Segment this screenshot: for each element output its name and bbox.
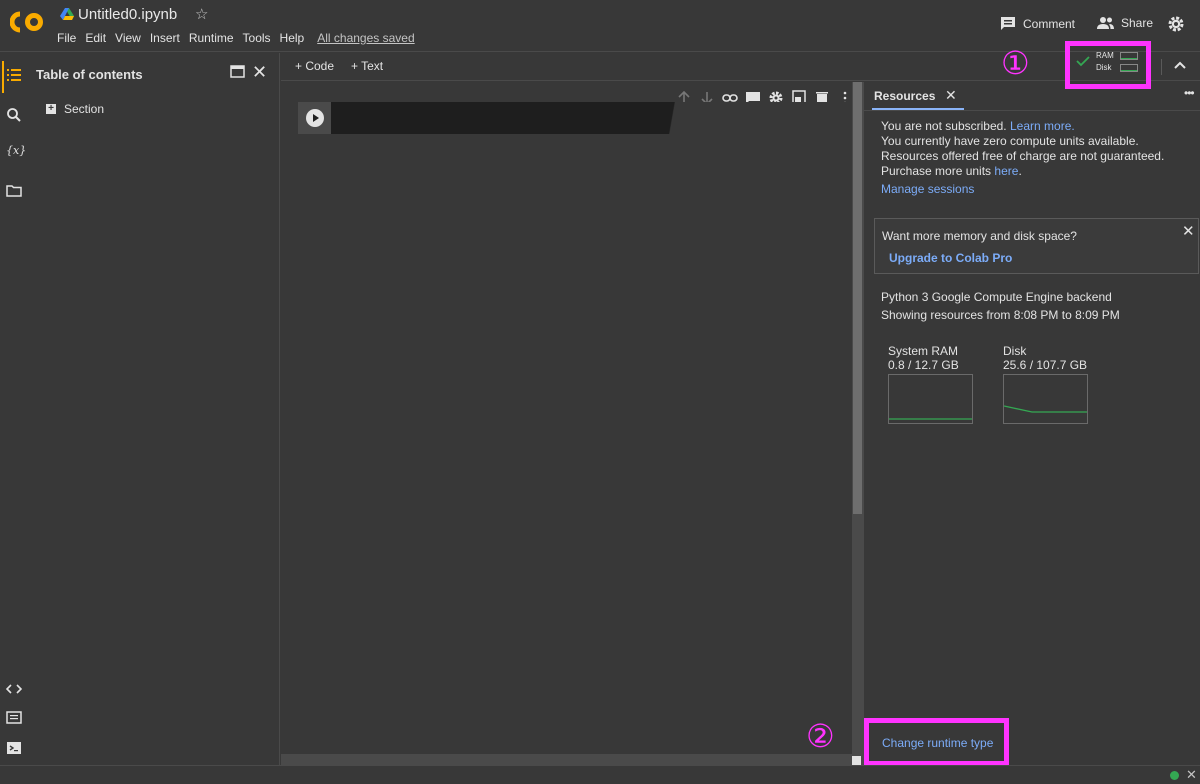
- here-link[interactable]: here: [994, 164, 1018, 178]
- horizontal-scrollbar[interactable]: [281, 754, 853, 765]
- menu-edit[interactable]: Edit: [85, 31, 106, 45]
- tab-divider: [864, 110, 1200, 111]
- check-icon: [1076, 56, 1090, 67]
- toc-add-section[interactable]: + Section: [46, 102, 104, 116]
- new-window-icon[interactable]: [230, 65, 245, 78]
- more-icon[interactable]: •••: [1184, 86, 1195, 100]
- ram-label: RAM: [1096, 51, 1114, 60]
- menu-help[interactable]: Help: [280, 31, 305, 45]
- folder-icon[interactable]: [6, 183, 22, 199]
- comment-label: Comment: [1023, 16, 1076, 31]
- notebook-area: [281, 82, 863, 765]
- run-icon[interactable]: [306, 109, 324, 127]
- menu-tools[interactable]: Tools: [243, 31, 271, 45]
- share-button[interactable]: Share: [1097, 16, 1153, 30]
- system-ram-value: 0.8 / 12.7 GB: [888, 358, 959, 372]
- backend-info: Python 3 Google Compute Engine backend S…: [881, 288, 1120, 324]
- toolbar-divider: [1161, 59, 1162, 75]
- compute-units-text: You currently have zero compute units av…: [881, 134, 1165, 178]
- change-runtime-label: Change runtime type: [882, 736, 994, 750]
- system-ram-label: System RAM: [888, 344, 959, 358]
- comment-icon: [1001, 17, 1015, 30]
- colab-logo-icon[interactable]: [10, 10, 44, 34]
- command-palette-icon[interactable]: [6, 710, 22, 726]
- subscription-info: You are not subscribed. Learn more. You …: [881, 119, 1193, 197]
- scroll-corner: [852, 756, 861, 765]
- status-bar: ✕: [0, 765, 1200, 784]
- backend-line: Python 3 Google Compute Engine backend: [881, 290, 1112, 304]
- star-icon[interactable]: ☆: [195, 5, 208, 23]
- connected-status-icon: [1170, 771, 1179, 780]
- manage-sessions-link[interactable]: Manage sessions: [881, 182, 1193, 197]
- close-icon[interactable]: ✕: [1182, 222, 1195, 240]
- left-rail: {x}: [0, 53, 28, 765]
- save-status[interactable]: All changes saved: [317, 31, 414, 45]
- disk-graph: [1003, 374, 1088, 424]
- menu-view[interactable]: View: [115, 31, 141, 45]
- terminal-icon[interactable]: [6, 740, 22, 756]
- notebook-title[interactable]: Untitled0.ipynb: [78, 6, 177, 23]
- not-subscribed-text: You are not subscribed.: [881, 119, 1007, 133]
- share-label: Share: [1121, 16, 1154, 30]
- search-icon[interactable]: [6, 107, 22, 123]
- ram-bar: [1120, 52, 1138, 60]
- add-code-button[interactable]: + Code: [295, 59, 334, 73]
- cell-toolbar-backdrop: [654, 102, 854, 134]
- menu-insert[interactable]: Insert: [150, 31, 180, 45]
- close-icon[interactable]: ✕: [945, 87, 957, 104]
- showing-line: Showing resources from 8:08 PM to 8:09 P…: [881, 308, 1120, 322]
- system-ram-graph: [888, 374, 973, 424]
- annotation-marker-2: ②: [806, 718, 835, 754]
- close-icon[interactable]: ✕: [1186, 767, 1197, 783]
- tab-resources[interactable]: Resources: [874, 89, 935, 103]
- toc-section-label: Section: [64, 102, 105, 116]
- learn-more-link[interactable]: Learn more.: [1010, 119, 1075, 133]
- upgrade-banner: Want more memory and disk space? Upgrade…: [874, 218, 1199, 274]
- menu-file[interactable]: File: [57, 31, 76, 45]
- system-ram-gauge: System RAM 0.8 / 12.7 GB: [888, 344, 973, 424]
- plus-icon: +: [46, 104, 56, 114]
- gear-icon[interactable]: [1167, 15, 1185, 33]
- disk-value: 25.6 / 107.7 GB: [1003, 358, 1088, 372]
- code-snippets-icon[interactable]: [6, 681, 22, 697]
- system-ram-sparkline: [889, 418, 972, 420]
- comment-button[interactable]: Comment: [1000, 16, 1075, 31]
- disk-label: Disk: [1003, 344, 1027, 358]
- period: .: [1018, 164, 1022, 178]
- rail-active-indicator: [2, 61, 4, 93]
- share-icon: [1097, 17, 1114, 29]
- toc-panel: Table of contents ✕ + Section: [28, 53, 280, 765]
- drive-icon: [60, 8, 74, 20]
- annotation-marker-1: ①: [1001, 45, 1030, 81]
- upgrade-question: Want more memory and disk space?: [882, 229, 1077, 243]
- toc-icon[interactable]: [6, 67, 22, 83]
- notebook-toolbar: + Code + Text ① RAM Disk: [281, 41, 1200, 89]
- menu-runtime[interactable]: Runtime: [189, 31, 234, 45]
- vertical-scrollbar-thumb[interactable]: [853, 82, 862, 514]
- menu-bar: File Edit View Insert Runtime Tools Help…: [57, 31, 424, 45]
- resources-panel: Resources ✕ ••• You are not subscribed. …: [806, 82, 1200, 766]
- chevron-up-icon[interactable]: [1173, 59, 1187, 73]
- disk-label: Disk: [1096, 63, 1112, 72]
- disk-gauge: Disk 25.6 / 107.7 GB: [1003, 344, 1088, 424]
- change-runtime-button[interactable]: Change runtime type: [864, 718, 1009, 766]
- upgrade-link[interactable]: Upgrade to Colab Pro: [889, 251, 1012, 265]
- add-text-button[interactable]: + Text: [351, 59, 383, 73]
- disk-sparkline: [1003, 405, 1087, 413]
- variables-icon[interactable]: {x}: [6, 144, 26, 160]
- disk-bar: [1120, 64, 1138, 72]
- close-icon[interactable]: ✕: [252, 63, 267, 81]
- toc-title: Table of contents: [36, 67, 143, 82]
- colab-window: Untitled0.ipynb ☆ File Edit View Insert …: [0, 0, 1200, 784]
